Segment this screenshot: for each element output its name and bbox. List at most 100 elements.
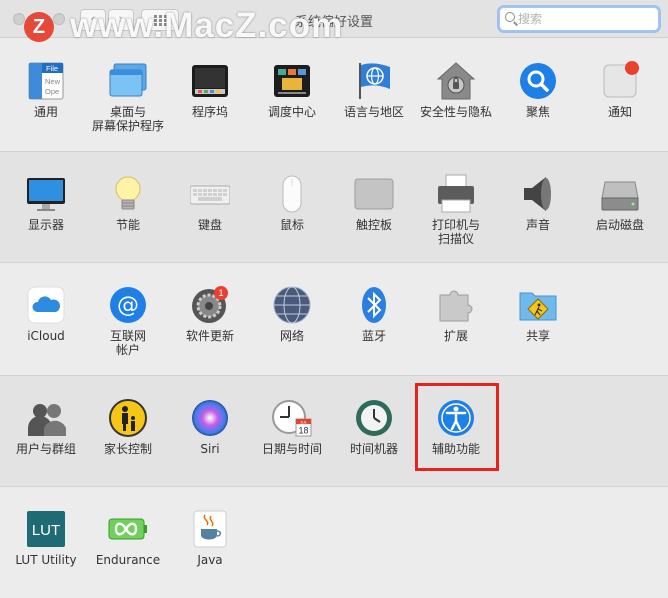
pref-software-update[interactable]: 1 软件更新 xyxy=(169,285,251,385)
mission-control-icon xyxy=(274,65,310,97)
speaker-icon xyxy=(524,177,551,211)
lut-icon: LUT xyxy=(27,511,65,547)
pref-label: 程序坞 xyxy=(191,105,228,119)
pref-label: 聚焦 xyxy=(525,105,550,119)
pref-security-privacy[interactable]: 安全性与隐私 xyxy=(415,61,497,161)
pref-displays[interactable]: 显示器 xyxy=(5,174,87,274)
software-update-gear-icon: 1 xyxy=(192,286,228,323)
svg-text:LUT: LUT xyxy=(32,522,60,539)
pref-sound[interactable]: 声音 xyxy=(497,174,579,274)
pref-bluetooth[interactable]: 蓝牙 xyxy=(333,285,415,385)
pref-label: 时间机器 xyxy=(349,442,398,456)
pref-label: Java xyxy=(197,553,223,567)
pref-label: 启动磁盘 xyxy=(595,218,644,232)
pref-label: 显示器 xyxy=(27,218,64,232)
svg-text:New: New xyxy=(45,77,61,86)
pref-dock[interactable]: 程序坞 xyxy=(169,61,251,161)
cloud-icon xyxy=(27,286,65,324)
pref-time-machine[interactable]: 时间机器 xyxy=(333,398,415,498)
pref-label: 节能 xyxy=(115,218,140,232)
pref-label: 声音 xyxy=(525,218,550,232)
pref-java[interactable]: Java xyxy=(169,509,251,598)
pref-label: 触控板 xyxy=(355,218,392,232)
pref-label: 语言与地区 xyxy=(343,105,404,119)
mouse-icon xyxy=(282,175,302,213)
pref-energy-saver[interactable]: 节能 xyxy=(87,174,169,274)
svg-text:File: File xyxy=(46,64,58,73)
pref-sharing[interactable]: 共享 xyxy=(497,285,579,385)
pref-row-3: iCloud @ 互联网 帐户 1 软件更新 网络 蓝牙 扩展 共享 xyxy=(0,263,668,375)
pref-label: 安全性与隐私 xyxy=(419,105,492,119)
pref-language-region[interactable]: 语言与地区 xyxy=(333,61,415,161)
pref-siri[interactable]: Siri xyxy=(169,398,251,498)
pref-notifications[interactable]: 通知 xyxy=(579,61,661,161)
highlight-frame xyxy=(415,383,499,471)
pref-label: 键盘 xyxy=(197,218,222,232)
pref-label: Siri xyxy=(200,442,220,456)
notification-icon xyxy=(603,61,639,98)
pref-internet-accounts[interactable]: @ 互联网 帐户 xyxy=(87,285,169,385)
house-lock-icon xyxy=(436,62,476,100)
pref-label: 打印机与 扫描仪 xyxy=(431,218,480,246)
pref-label: 桌面与 屏幕保护程序 xyxy=(91,105,164,133)
pref-endurance[interactable]: Endurance xyxy=(87,509,169,598)
pref-mouse[interactable]: 鼠标 xyxy=(251,174,333,274)
siri-icon xyxy=(192,400,228,436)
battery-infinity-icon xyxy=(108,518,147,540)
pref-row-5: LUT LUT Utility Endurance Java xyxy=(0,487,668,598)
pref-lut-utility[interactable]: LUT LUT Utility xyxy=(5,509,87,598)
pref-label: 共享 xyxy=(525,329,550,343)
pref-label: 家长控制 xyxy=(103,442,152,456)
pref-label: 日期与时间 xyxy=(261,442,322,456)
pref-row-4: 用户与群组 家长控制 Siri JUL 18 日期与时间 时间机器 辅助功能 xyxy=(0,375,668,487)
pref-row-2: 显示器 节能 键盘 鼠标 触控板 打印机与 扫描仪 声音 启动磁盘 xyxy=(0,151,668,263)
pref-general[interactable]: File New Ope 通用 xyxy=(5,61,87,161)
pref-spotlight[interactable]: 聚焦 xyxy=(497,61,579,161)
pref-network[interactable]: 网络 xyxy=(251,285,333,385)
pref-mission-control[interactable]: 调度中心 xyxy=(251,61,333,161)
svg-text:18: 18 xyxy=(298,426,308,436)
pref-parental-controls[interactable]: 家长控制 xyxy=(87,398,169,498)
trackpad-icon xyxy=(354,178,394,210)
pref-desktop-screensaver[interactable]: 桌面与 屏幕保护程序 xyxy=(87,61,169,161)
pref-label: 用户与群组 xyxy=(15,442,76,456)
dock-icon xyxy=(192,65,228,97)
printer-icon xyxy=(438,174,474,213)
pref-label: 通知 xyxy=(607,105,632,119)
pref-label: 调度中心 xyxy=(267,105,316,119)
pref-trackpad[interactable]: 触控板 xyxy=(333,174,415,274)
pref-keyboard[interactable]: 键盘 xyxy=(169,174,251,274)
svg-text:Ope: Ope xyxy=(45,87,59,96)
pref-label: iCloud xyxy=(27,329,65,343)
pref-printers-scanners[interactable]: 打印机与 扫描仪 xyxy=(415,174,497,274)
svg-text:1: 1 xyxy=(218,288,223,298)
java-cup-icon xyxy=(193,510,227,548)
puzzle-icon xyxy=(439,290,473,322)
pref-label: 扩展 xyxy=(443,329,468,343)
pref-label: 网络 xyxy=(279,329,304,343)
pref-users-groups[interactable]: 用户与群组 xyxy=(5,398,87,498)
bluetooth-icon xyxy=(362,287,386,323)
svg-text:@: @ xyxy=(117,293,139,318)
pref-startup-disk[interactable]: 启动磁盘 xyxy=(579,174,661,274)
pref-label: 蓝牙 xyxy=(361,329,386,343)
pref-label: LUT Utility xyxy=(15,553,77,567)
search-input[interactable] xyxy=(499,7,659,31)
users-icon xyxy=(28,404,66,436)
pref-extensions[interactable]: 扩展 xyxy=(415,285,497,385)
desktop-icon xyxy=(109,63,147,97)
general-icon: File New Ope xyxy=(28,62,64,100)
pref-icloud[interactable]: iCloud xyxy=(5,285,87,385)
pref-label: 软件更新 xyxy=(185,329,234,343)
flag-globe-icon xyxy=(359,63,390,99)
clock-calendar-icon: JUL 18 xyxy=(272,400,312,437)
watermark-logo: Z xyxy=(24,12,54,42)
pref-label: 鼠标 xyxy=(279,218,304,232)
pref-label: 互联网 帐户 xyxy=(109,329,146,357)
parental-controls-icon xyxy=(109,399,147,437)
at-sign-icon: @ xyxy=(110,287,146,323)
light-bulb-icon xyxy=(115,176,141,210)
hard-disk-icon xyxy=(601,181,639,211)
pref-date-time[interactable]: JUL 18 日期与时间 xyxy=(251,398,333,498)
time-machine-icon xyxy=(356,400,392,436)
